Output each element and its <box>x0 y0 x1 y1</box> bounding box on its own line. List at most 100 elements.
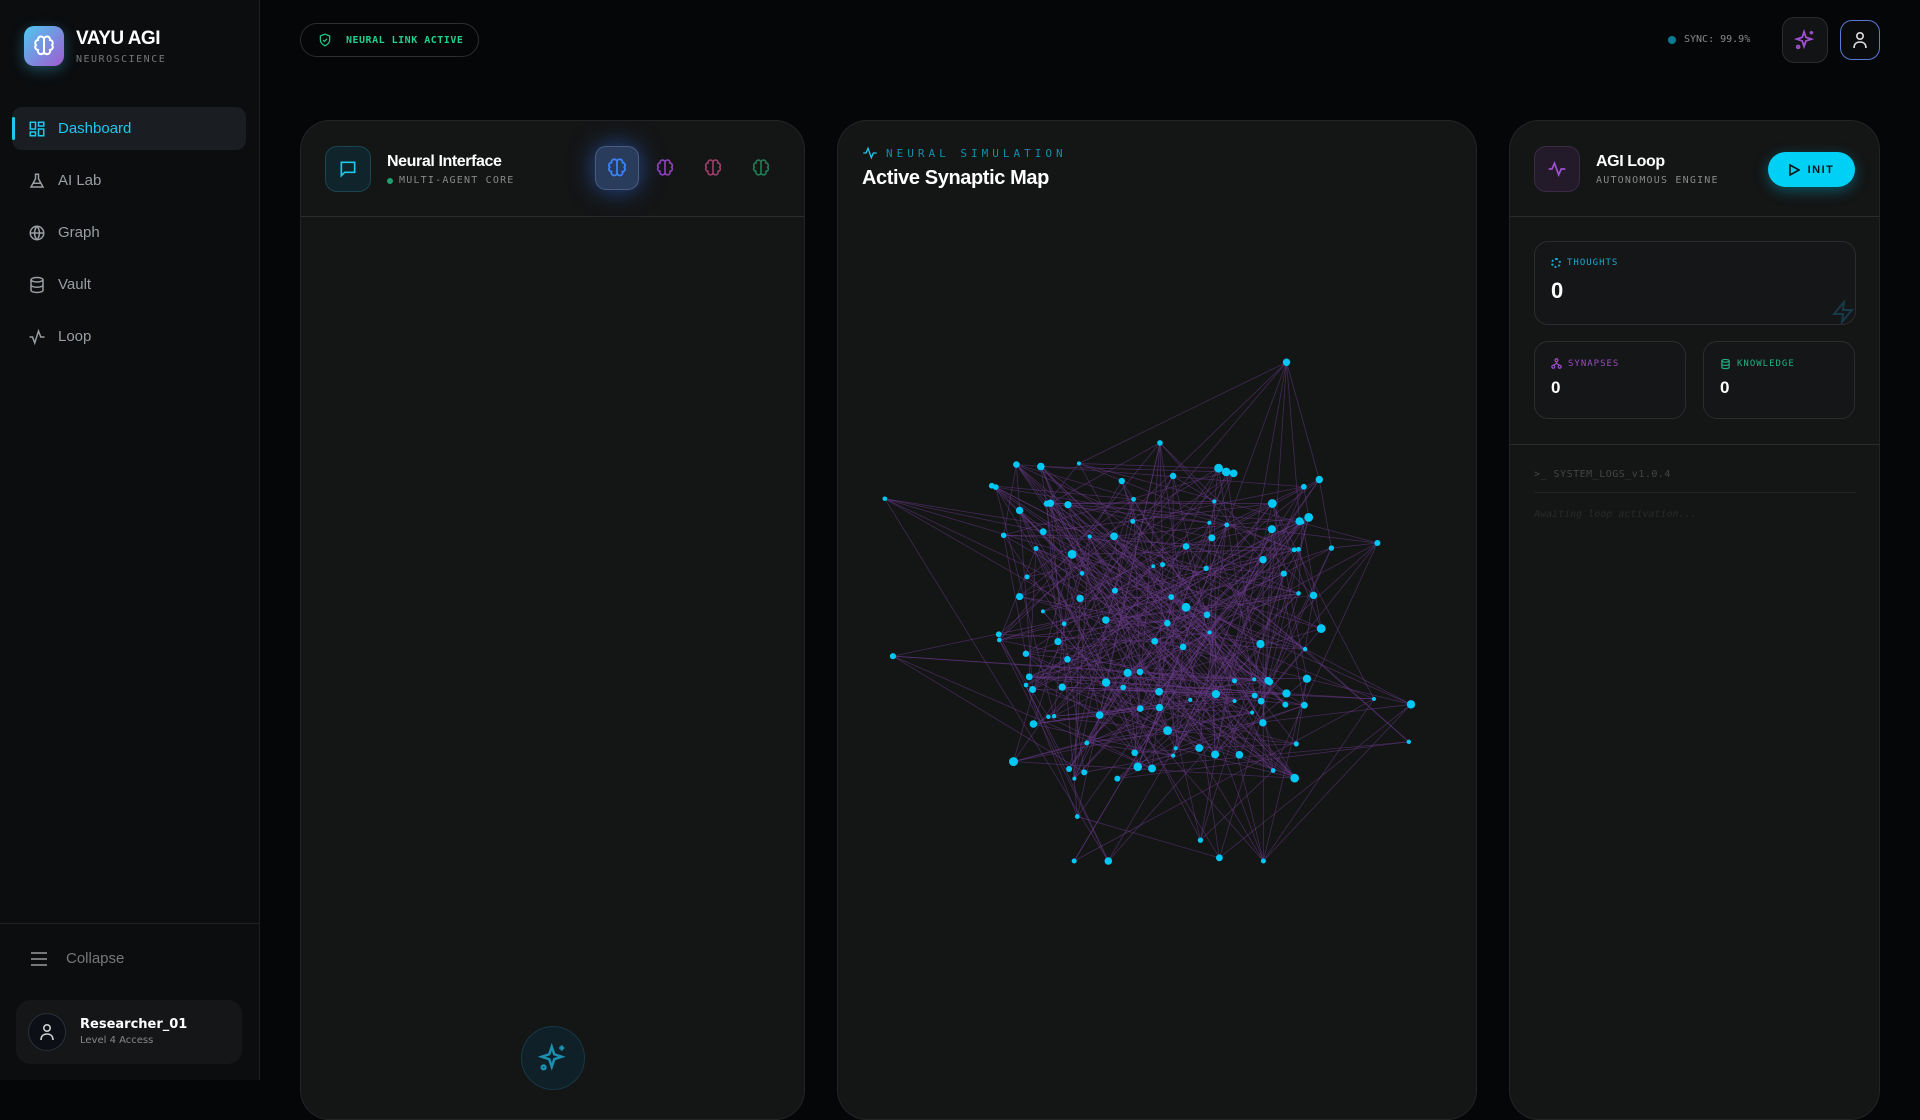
neuron-node[interactable] <box>1023 651 1029 657</box>
neuron-node[interactable] <box>1252 677 1256 681</box>
neuron-node[interactable] <box>1282 689 1290 697</box>
neuron-node[interactable] <box>1047 500 1054 507</box>
neuron-node[interactable] <box>1268 499 1277 508</box>
neuron-node[interactable] <box>1261 859 1266 864</box>
neuron-node[interactable] <box>1133 763 1142 772</box>
neuron-node[interactable] <box>1163 726 1172 735</box>
neuron-node[interactable] <box>1009 757 1018 766</box>
neuron-node[interactable] <box>1222 468 1231 477</box>
neuron-node[interactable] <box>1164 620 1171 627</box>
neuron-node[interactable] <box>1282 702 1288 708</box>
neuron-node[interactable] <box>1052 714 1056 718</box>
neuron-node[interactable] <box>1301 484 1307 490</box>
neuron-node[interactable] <box>1372 697 1376 701</box>
user-card[interactable]: Researcher_01 Level 4 Access <box>16 1000 242 1064</box>
neuron-node[interactable] <box>1075 814 1080 819</box>
neuron-node[interactable] <box>1076 595 1083 602</box>
neuron-node[interactable] <box>1151 638 1158 645</box>
neuron-node[interactable] <box>1203 566 1208 571</box>
init-button[interactable]: INIT <box>1768 152 1855 187</box>
neuron-node[interactable] <box>1080 571 1085 576</box>
neuron-node[interactable] <box>1130 519 1135 524</box>
neuron-node[interactable] <box>1148 765 1156 773</box>
neuron-node[interactable] <box>1068 550 1077 559</box>
neuron-node[interactable] <box>1131 749 1138 756</box>
neuron-node[interactable] <box>1001 533 1007 539</box>
neuron-node[interactable] <box>1110 532 1118 540</box>
neuron-node[interactable] <box>1204 612 1211 619</box>
neuron-node[interactable] <box>1054 638 1061 645</box>
neuron-node[interactable] <box>1259 719 1266 726</box>
neuron-node[interactable] <box>1250 710 1254 714</box>
mode-blue-button[interactable] <box>595 146 639 190</box>
neuron-node[interactable] <box>1016 507 1023 514</box>
neuron-node[interactable] <box>883 496 888 501</box>
neuron-node[interactable] <box>1292 547 1297 552</box>
neuron-node[interactable] <box>1037 463 1045 471</box>
neuron-node[interactable] <box>1230 470 1238 478</box>
neuron-node[interactable] <box>1120 685 1126 691</box>
neuron-node[interactable] <box>1156 704 1163 711</box>
neuron-node[interactable] <box>1030 720 1038 728</box>
mode-purple-button[interactable] <box>643 146 687 190</box>
ai-sparkle-button[interactable] <box>1782 17 1828 63</box>
neuron-node[interactable] <box>1407 700 1415 708</box>
mode-pink-button[interactable] <box>691 146 735 190</box>
neuron-node[interactable] <box>1016 593 1023 600</box>
neuron-node[interactable] <box>1211 750 1219 758</box>
neuron-node[interactable] <box>1066 766 1072 772</box>
neuron-node[interactable] <box>1034 546 1039 551</box>
neuron-node[interactable] <box>1157 440 1163 446</box>
neuron-node[interactable] <box>1180 644 1187 651</box>
neuron-node[interactable] <box>1268 525 1276 533</box>
mode-green-button[interactable] <box>739 146 783 190</box>
neuron-node[interactable] <box>996 631 1002 637</box>
neuron-node[interactable] <box>1266 678 1273 685</box>
neuron-node[interactable] <box>1300 520 1304 524</box>
neuron-node[interactable] <box>1183 543 1190 550</box>
neuron-node[interactable] <box>1304 513 1313 522</box>
neuron-node[interactable] <box>1026 673 1033 680</box>
neuron-node[interactable] <box>1084 741 1089 746</box>
neuron-node[interactable] <box>1029 686 1036 693</box>
neuron-node[interactable] <box>1291 774 1297 780</box>
neuron-node[interactable] <box>1102 616 1109 623</box>
neuron-node[interactable] <box>1207 630 1211 634</box>
neuron-node[interactable] <box>1171 753 1175 757</box>
neuron-node[interactable] <box>1064 501 1071 508</box>
sidebar-item-ai-lab[interactable]: AI Lab <box>12 159 246 202</box>
sparkle-fab-button[interactable] <box>521 1026 585 1090</box>
sidebar-item-graph[interactable]: Graph <box>12 211 246 254</box>
neuron-node[interactable] <box>1041 609 1045 613</box>
neuron-node[interactable] <box>1233 699 1237 703</box>
neuron-node[interactable] <box>1102 678 1110 686</box>
collapse-button[interactable]: Collapse <box>30 950 124 967</box>
neuron-node[interactable] <box>1216 854 1223 861</box>
neuron-node[interactable] <box>1064 656 1071 663</box>
profile-button[interactable] <box>1840 20 1880 60</box>
neuron-node[interactable] <box>1256 640 1264 648</box>
neuron-node[interactable] <box>1258 698 1265 705</box>
neuron-node[interactable] <box>1137 705 1144 712</box>
neuron-node[interactable] <box>1174 746 1178 750</box>
neuron-node[interactable] <box>1236 751 1244 759</box>
neuron-node[interactable] <box>1317 624 1326 633</box>
neuron-node[interactable] <box>1081 769 1087 775</box>
neuron-node[interactable] <box>1281 571 1287 577</box>
neuron-node[interactable] <box>1131 497 1136 502</box>
neuron-node[interactable] <box>1303 647 1307 651</box>
sidebar-item-vault[interactable]: Vault <box>12 263 246 306</box>
neuron-node[interactable] <box>1105 857 1113 865</box>
neuron-node[interactable] <box>1303 675 1311 683</box>
neuron-node[interactable] <box>1168 594 1174 600</box>
neuron-node[interactable] <box>1283 359 1290 366</box>
neuron-node[interactable] <box>1013 461 1020 468</box>
neuron-node[interactable] <box>1198 837 1203 842</box>
neuron-node[interactable] <box>1374 540 1380 546</box>
neuron-node[interactable] <box>1170 473 1176 479</box>
sidebar-item-dashboard[interactable]: Dashboard <box>12 107 246 150</box>
neuron-node[interactable] <box>1329 545 1334 550</box>
neuron-node[interactable] <box>1212 499 1216 503</box>
neuron-node[interactable] <box>1025 574 1030 579</box>
neuron-node[interactable] <box>1259 556 1266 563</box>
